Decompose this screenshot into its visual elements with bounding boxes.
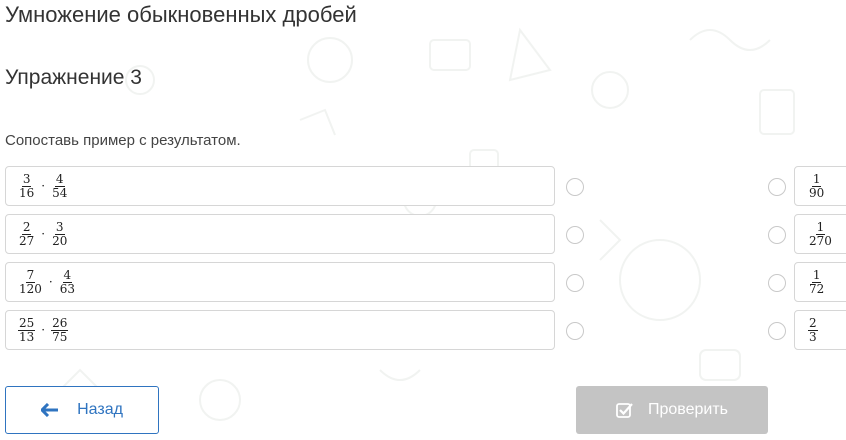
denominator: 20 xyxy=(52,233,68,248)
denominator: 120 xyxy=(19,281,42,296)
exercise-title: Упражнение 3 xyxy=(5,66,142,89)
fraction: 1 270 xyxy=(808,219,833,248)
result-card-2[interactable]: 1 270 xyxy=(794,214,846,254)
arrow-left-icon xyxy=(41,403,59,417)
numerator: 26 xyxy=(51,315,69,331)
example-radio-4[interactable] xyxy=(566,322,584,340)
denominator: 270 xyxy=(809,233,832,248)
numerator: 7 xyxy=(25,267,36,283)
example-radio-1[interactable] xyxy=(566,178,584,196)
multiply-operator: · xyxy=(41,179,46,193)
denominator: 75 xyxy=(52,329,68,344)
numerator: 4 xyxy=(62,267,73,283)
result-card-1[interactable]: 1 90 xyxy=(794,166,846,206)
numerator: 1 xyxy=(811,267,822,283)
fraction: 2 27 xyxy=(18,219,35,248)
multiply-operator: · xyxy=(41,227,46,241)
back-button-label: Назад xyxy=(77,401,123,418)
denominator: 54 xyxy=(52,185,68,200)
denominator: 72 xyxy=(809,281,825,296)
result-radio-3[interactable] xyxy=(768,274,786,292)
example-expression: 25 13 · 26 75 xyxy=(18,315,69,344)
numerator: 25 xyxy=(18,315,36,331)
back-button[interactable]: Назад xyxy=(5,386,159,434)
fraction: 7 120 xyxy=(18,267,43,296)
fraction: 4 63 xyxy=(59,267,76,296)
example-card-3[interactable]: 7 120 · 4 63 xyxy=(5,262,555,302)
example-radio-3[interactable] xyxy=(566,274,584,292)
fraction: 26 75 xyxy=(51,315,69,344)
numerator: 2 xyxy=(808,315,818,331)
denominator: 13 xyxy=(19,329,35,344)
result-card-3[interactable]: 1 72 xyxy=(794,262,846,302)
fraction: 1 90 xyxy=(808,171,825,200)
fraction: 3 16 xyxy=(18,171,35,200)
check-button-label: Проверить xyxy=(647,401,728,418)
check-button[interactable]: Проверить xyxy=(576,386,768,434)
fraction: 3 20 xyxy=(51,219,68,248)
instruction-text: Сопоставь пример с результатом. xyxy=(5,132,241,149)
numerator: 3 xyxy=(54,219,65,235)
example-card-1[interactable]: 3 16 · 4 54 xyxy=(5,166,555,206)
numerator: 1 xyxy=(811,171,822,187)
multiply-operator: · xyxy=(41,323,46,337)
multiply-operator: · xyxy=(48,275,53,289)
fraction: 1 72 xyxy=(808,267,825,296)
denominator: 16 xyxy=(19,185,35,200)
numerator: 2 xyxy=(21,219,32,235)
example-expression: 2 27 · 3 20 xyxy=(18,219,68,248)
example-radio-2[interactable] xyxy=(566,226,584,244)
example-card-4[interactable]: 25 13 · 26 75 xyxy=(5,310,555,350)
result-radio-2[interactable] xyxy=(768,226,786,244)
fraction: 4 54 xyxy=(51,171,68,200)
fraction: 25 13 xyxy=(18,315,36,344)
denominator: 90 xyxy=(809,185,825,200)
denominator: 27 xyxy=(19,233,35,248)
result-card-4[interactable]: 2 3 xyxy=(794,310,846,350)
page-title: Умножение обыкновенных дробей xyxy=(5,2,357,27)
denominator: 63 xyxy=(59,281,76,296)
fraction: 2 3 xyxy=(808,315,818,344)
example-expression: 3 16 · 4 54 xyxy=(18,171,68,200)
result-radio-1[interactable] xyxy=(768,178,786,196)
numerator: 1 xyxy=(815,219,826,235)
check-square-icon xyxy=(616,402,634,418)
numerator: 4 xyxy=(54,171,65,187)
example-card-2[interactable]: 2 27 · 3 20 xyxy=(5,214,555,254)
example-expression: 7 120 · 4 63 xyxy=(18,267,76,296)
result-radio-4[interactable] xyxy=(768,322,786,340)
denominator: 3 xyxy=(809,329,817,344)
numerator: 3 xyxy=(21,171,32,187)
